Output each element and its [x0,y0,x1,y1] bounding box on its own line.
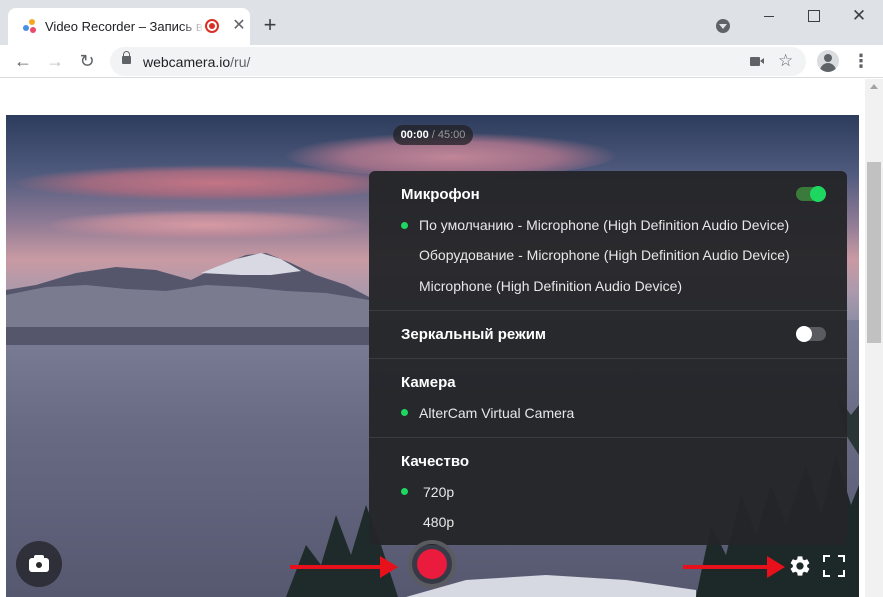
selected-dot-icon [401,222,408,229]
divider [369,310,847,311]
fullscreen-corner [838,555,845,562]
selected-dot-icon [401,409,408,416]
cloud-decoration [16,165,416,201]
recording-indicator-icon [205,19,219,33]
menu-dots-icon[interactable]: ⋮ [852,49,870,73]
microphone-toggle[interactable] [796,186,826,202]
record-dot-icon [417,549,447,579]
back-arrow-icon[interactable]: ← [11,49,35,73]
fullscreen-corner [823,555,830,562]
camera-option-altercam[interactable]: AlterCam Virtual Camera [419,405,574,421]
annotation-arrow-record [290,556,398,578]
tab-close-icon[interactable]: ✕ [230,17,248,35]
selected-dot-icon [401,488,408,495]
divider [369,358,847,359]
fullscreen-corner [838,570,845,577]
tab-search-icon[interactable] [716,19,730,33]
toggle-knob [796,326,812,342]
new-tab-button[interactable]: + [258,14,282,38]
camera-lens [34,560,44,570]
page-scrollbar[interactable] [865,79,883,597]
url-text: webcamera.io/ru/ [143,54,250,70]
quality-option-480p[interactable]: 480p [423,514,454,530]
scroll-thumb[interactable] [867,162,881,343]
maximize-button[interactable] [799,6,827,26]
url-path: /ru/ [230,54,251,70]
settings-gear-icon[interactable] [788,554,812,578]
settings-panel: Микрофон По умолчанию - Microphone (High… [369,171,847,545]
toggle-knob [810,186,826,202]
microphone-option-default[interactable]: По умолчанию - Microphone (High Definiti… [419,217,789,233]
record-button[interactable] [408,540,456,588]
close-window-button[interactable]: ✕ [845,6,873,26]
browser-toolbar: ← → ↻ webcamera.io/ru/ ☆ ⋮ [0,45,883,78]
quality-section-title: Качество [401,453,470,470]
tab-title: Video Recorder – Запись видео [45,19,205,34]
url-domain: webcamera.io [143,54,231,70]
forward-arrow-icon[interactable]: → [43,49,67,73]
microphone-section-title: Микрофон [401,186,480,203]
camera-section-title: Камера [401,374,456,391]
annotation-arrow-settings [683,556,785,578]
mirror-section-title: Зеркальный режим [401,326,547,343]
microphone-option-hardware[interactable]: Оборудование - Microphone (High Definiti… [419,247,790,263]
browser-titlebar: Video Recorder – Запись видео ✕ + ✕ [0,0,883,45]
mirror-toggle[interactable] [796,326,826,342]
profile-icon[interactable] [817,50,839,72]
address-bar[interactable]: webcamera.io/ru/ ☆ [110,47,806,76]
timer-current: 00:00 [400,129,429,141]
cloud-decoration [46,210,366,240]
recording-timer: 00:00 / 45:00 [393,125,473,145]
microphone-option-hd-audio[interactable]: Microphone (High Definition Audio Device… [419,278,682,294]
timer-separator: / [428,129,438,141]
divider [369,437,847,438]
scroll-up-icon[interactable] [870,84,878,89]
lock-icon[interactable] [122,51,131,64]
quality-option-720p[interactable]: 720p [423,484,454,500]
browser-tab[interactable]: Video Recorder – Запись видео ✕ [8,8,250,45]
timer-total: 45:00 [437,129,466,141]
snapshot-button[interactable] [16,541,62,587]
fullscreen-corner [823,570,830,577]
reload-icon[interactable]: ↻ [75,49,99,73]
minimize-button[interactable] [755,6,783,26]
fullscreen-icon[interactable] [823,555,845,577]
camera-icon[interactable] [750,57,764,66]
star-icon[interactable]: ☆ [778,51,793,71]
site-favicon-icon [23,19,36,33]
